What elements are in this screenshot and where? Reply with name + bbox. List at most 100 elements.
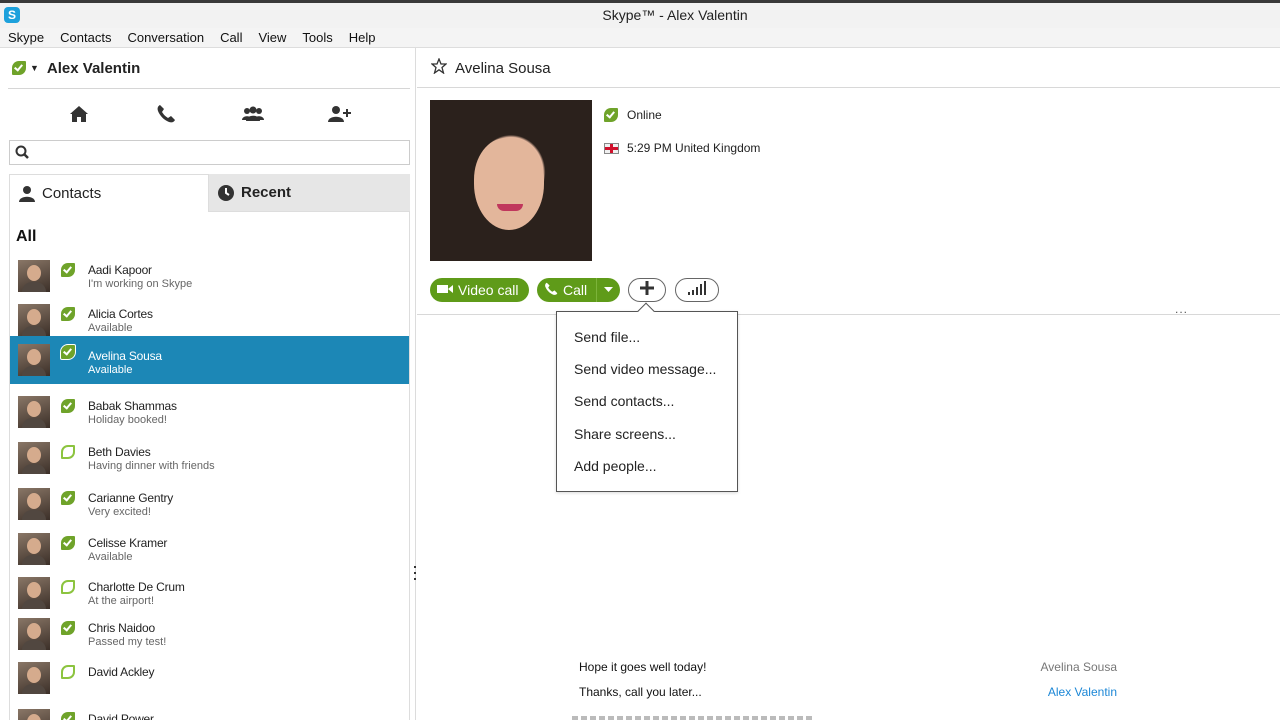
search-box[interactable]	[9, 140, 410, 165]
profile-header[interactable]: ▼ Alex Valentin	[12, 58, 140, 78]
home-icon[interactable]	[65, 102, 93, 126]
search-input[interactable]	[34, 143, 404, 162]
avatar	[18, 304, 50, 336]
online-status-icon	[61, 536, 75, 550]
tab-recent[interactable]: Recent	[209, 174, 410, 212]
menu-skype[interactable]: Skype	[0, 30, 52, 45]
conversation-panel: Avelina Sousa Online 5:29 PM United King…	[417, 48, 1280, 720]
quick-nav	[8, 102, 410, 126]
message-row: Avelina Sousa Hope it goes well today!	[417, 660, 1117, 676]
online-status-icon[interactable]	[12, 61, 26, 75]
conversation-header: Avelina Sousa	[430, 57, 551, 79]
menu-help[interactable]: Help	[341, 30, 384, 45]
avatar	[18, 618, 50, 650]
person-icon	[18, 185, 36, 203]
menu-call[interactable]: Call	[212, 30, 250, 45]
group-label: All	[16, 228, 37, 245]
plus-icon	[640, 280, 654, 300]
signal-bars-icon	[687, 280, 707, 300]
local-time: 5:29 PM United Kingdom	[604, 141, 760, 155]
avatar	[18, 662, 50, 694]
panel-splitter[interactable]	[413, 566, 416, 580]
message-sender[interactable]: Alex Valentin	[973, 685, 1117, 699]
menu-item-send-video-message[interactable]: Send video message...	[574, 361, 716, 377]
contact-mood: I'm working on Skype	[88, 278, 193, 290]
online-status-icon	[604, 108, 618, 122]
contact-name: Aadi Kapoor	[88, 263, 152, 277]
contact-tabs: Contacts Recent	[9, 174, 410, 212]
search-icon	[15, 145, 29, 164]
chevron-down-icon[interactable]: ▼	[30, 63, 39, 73]
contact-list: All Aadi Kapoor I'm working on Skype Ali…	[9, 212, 410, 720]
contact-name: Alicia Cortes	[88, 307, 153, 321]
contact-name: David Power	[88, 712, 154, 720]
avatar	[18, 344, 50, 376]
message-text: Hope it goes well today!	[579, 660, 707, 674]
call-quality-button[interactable]	[675, 278, 719, 302]
message-sender[interactable]: Avelina Sousa	[973, 660, 1118, 674]
phone-icon[interactable]	[152, 102, 180, 126]
menu-contacts[interactable]: Contacts	[52, 30, 119, 45]
contact-item[interactable]: Chris Naidoo Passed my test!	[10, 612, 409, 660]
online-status-icon	[61, 263, 75, 277]
profile-name[interactable]: Alex Valentin	[47, 60, 140, 77]
conversation-contact-name: Avelina Sousa	[455, 60, 551, 77]
menu-tools[interactable]: Tools	[294, 30, 340, 45]
sidebar: ▼ Alex Valentin Contacts Recent All Aadi…	[0, 48, 416, 720]
tab-recent-label: Recent	[241, 184, 292, 201]
offline-status-icon	[61, 580, 75, 594]
call-button[interactable]: Call	[537, 278, 620, 302]
contact-name: Babak Shammas	[88, 399, 177, 413]
offline-status-icon	[61, 665, 75, 679]
call-label: Call	[563, 282, 588, 298]
online-status-icon	[61, 307, 75, 321]
contact-name: David Ackley	[88, 665, 155, 679]
window-title: Skype™ - Alex Valentin	[602, 7, 748, 23]
group-icon[interactable]	[239, 102, 267, 126]
contact-mood: Having dinner with friends	[88, 460, 215, 472]
tab-contacts[interactable]: Contacts	[9, 174, 209, 212]
online-status-icon	[61, 621, 75, 635]
partial-message-row	[572, 712, 832, 720]
divider	[417, 314, 1280, 315]
contact-item[interactable]: Babak Shammas Holiday booked!	[10, 390, 409, 438]
menu-item-add-people[interactable]: Add people...	[574, 458, 657, 474]
contact-item[interactable]: David Power	[10, 703, 409, 720]
clock-icon	[217, 184, 235, 202]
phone-icon	[544, 282, 558, 299]
contact-item[interactable]: Celisse Kramer Available	[10, 527, 409, 575]
message-row: Alex Valentin Thanks, call you later...	[417, 685, 1117, 701]
menu-item-send-contacts[interactable]: Send contacts...	[574, 393, 674, 409]
menu-view[interactable]: View	[250, 30, 294, 45]
more-options[interactable]: ...	[1175, 302, 1188, 316]
contact-item[interactable]: David Ackley	[10, 656, 409, 704]
uk-flag-icon	[604, 142, 619, 154]
star-icon[interactable]	[430, 57, 448, 79]
contact-mood: Available	[88, 551, 133, 563]
contact-mood: Very excited!	[88, 506, 151, 518]
video-call-button[interactable]: Video call	[430, 278, 529, 302]
menu-conversation[interactable]: Conversation	[119, 30, 212, 45]
add-button[interactable]	[628, 278, 666, 302]
menu-item-send-file[interactable]: Send file...	[574, 329, 640, 345]
online-status-icon	[60, 344, 76, 360]
contact-name: Chris Naidoo	[88, 621, 155, 635]
avatar	[18, 396, 50, 428]
contact-mood: Holiday booked!	[88, 414, 167, 426]
contact-item[interactable]: Aadi Kapoor I'm working on Skype	[10, 254, 409, 302]
menu-item-share-screens[interactable]: Share screens...	[574, 426, 676, 442]
divider	[417, 87, 1280, 88]
contact-photo	[430, 100, 592, 261]
contact-mood: Available	[88, 322, 133, 334]
contact-item[interactable]: Carianne Gentry Very excited!	[10, 482, 409, 530]
contact-item-selected[interactable]: Avelina Sousa Available	[10, 336, 409, 384]
avatar	[18, 709, 50, 720]
presence-label: Online	[627, 108, 662, 122]
chevron-down-icon[interactable]	[596, 278, 620, 302]
online-status-icon	[61, 399, 75, 413]
contact-mood: Passed my test!	[88, 636, 167, 648]
add-contact-icon[interactable]	[326, 102, 354, 126]
contact-mood: At the airport!	[88, 595, 155, 607]
avatar	[18, 260, 50, 292]
contact-item[interactable]: Beth Davies Having dinner with friends	[10, 436, 409, 484]
